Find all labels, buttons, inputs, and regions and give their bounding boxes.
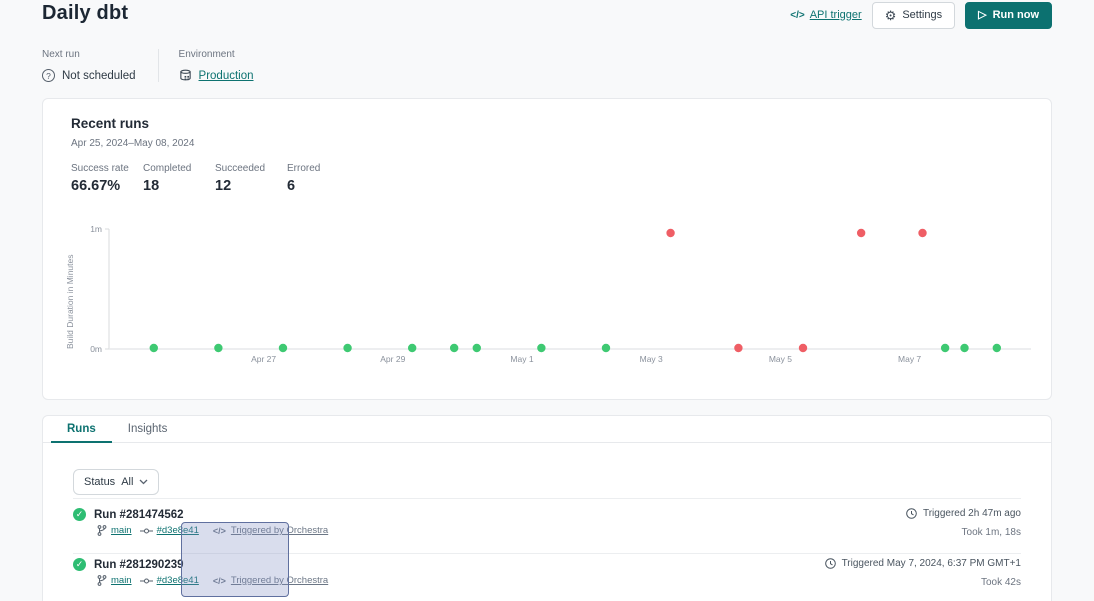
svg-text:May 3: May 3 (640, 354, 663, 364)
divider (73, 498, 1021, 499)
status-filter-value: All (121, 476, 133, 488)
triggered-text: Triggered 2h 47m ago (923, 508, 1021, 519)
next-run-value: Not scheduled (62, 70, 136, 82)
branch-link[interactable]: main (97, 525, 132, 536)
page-title: Daily dbt (42, 2, 128, 25)
svg-text:May 7: May 7 (898, 354, 921, 364)
tab-bar: Runs Insights (43, 416, 1051, 443)
success-check-icon: ✓ (73, 508, 86, 521)
code-icon: </> (790, 10, 804, 21)
code-icon: </> (213, 526, 226, 536)
trigger-badge[interactable]: </> Triggered by Orchestra (213, 525, 328, 536)
svg-text:Apr 29: Apr 29 (380, 354, 405, 364)
run-row[interactable]: ✓ Run #281474562 main #d3e8e41 (73, 504, 1021, 554)
clock-icon (906, 508, 917, 519)
environment-link[interactable]: Production (199, 70, 254, 82)
git-branch-icon (97, 525, 107, 536)
environment-block: Environment Production (158, 49, 276, 82)
stats-row: Success rate 66.67% Completed 18 Succeed… (71, 163, 359, 194)
svg-text:1m: 1m (90, 224, 102, 234)
next-run-label: Next run (42, 49, 136, 60)
took-text: Took 42s (825, 577, 1021, 588)
tab-insights[interactable]: Insights (112, 416, 184, 442)
chart-y-axis-title: Build Duration in Minutes (65, 237, 75, 367)
duration-chart: Build Duration in Minutes 1m0mApr 27Apr … (79, 221, 1044, 381)
success-check-icon: ✓ (73, 558, 86, 571)
tab-runs[interactable]: Runs (51, 416, 112, 442)
commit-link[interactable]: #d3e8e41 (140, 575, 199, 586)
svg-text:0m: 0m (90, 344, 102, 354)
run-now-button[interactable]: ▷ Run now (965, 2, 1052, 29)
clock-icon (825, 558, 836, 569)
job-meta: Next run ? Not scheduled Environment Pro… (42, 49, 276, 82)
status-filter-label: Status (84, 476, 115, 488)
trigger-badge[interactable]: </> Triggered by Orchestra (213, 575, 328, 586)
commit-icon (140, 527, 153, 535)
environment-label: Environment (179, 49, 254, 60)
gear-icon: ⚙ (885, 9, 897, 22)
api-trigger-link[interactable]: </> API trigger (790, 9, 861, 21)
header-actions: </> API trigger ⚙ Settings ▷ Run now (790, 1, 1052, 29)
stat-errored: Errored 6 (287, 163, 359, 194)
api-trigger-label: API trigger (810, 9, 862, 21)
settings-button-label: Settings (902, 9, 942, 21)
stat-success-rate: Success rate 66.67% (71, 163, 143, 194)
runs-card: Runs Insights Status All ✓ Run #28147456… (42, 415, 1052, 601)
code-icon: </> (213, 576, 226, 586)
run-name: Run #281290239 (94, 559, 184, 571)
svg-text:May 5: May 5 (769, 354, 792, 364)
help-circle-icon: ? (42, 69, 55, 82)
commit-icon (140, 577, 153, 585)
settings-button[interactable]: ⚙ Settings (872, 2, 955, 29)
next-run-block: Next run ? Not scheduled (42, 49, 158, 82)
duration-chart-svg: 1m 0m Apr 27 Apr 29 May 1 May 3 May 5 May 7 (79, 221, 1044, 381)
git-branch-icon (97, 575, 107, 586)
recent-runs-card: Recent runs Apr 25, 2024–May 08, 2024 Su… (42, 98, 1052, 400)
status-filter-dropdown[interactable]: Status All (73, 469, 159, 495)
svg-text:Apr 27: Apr 27 (251, 354, 276, 364)
branch-link[interactable]: main (97, 575, 132, 586)
triggered-text: Triggered May 7, 2024, 6:37 PM GMT+1 (842, 558, 1021, 569)
stat-completed: Completed 18 (143, 163, 215, 194)
stat-succeeded: Succeeded 12 (215, 163, 287, 194)
recent-runs-date-range: Apr 25, 2024–May 08, 2024 (71, 138, 194, 149)
svg-text:May 1: May 1 (510, 354, 533, 364)
took-text: Took 1m, 18s (906, 527, 1021, 538)
run-now-button-label: Run now (993, 9, 1039, 21)
play-icon: ▷ (978, 10, 986, 21)
database-icon (179, 69, 192, 82)
run-row[interactable]: ✓ Run #281290239 main #d3e8e41 (73, 554, 1021, 601)
chevron-down-icon (139, 479, 148, 485)
commit-link[interactable]: #d3e8e41 (140, 525, 199, 536)
run-name: Run #281474562 (94, 509, 184, 521)
recent-runs-title: Recent runs (71, 116, 149, 131)
next-run-value-row: ? Not scheduled (42, 69, 136, 82)
